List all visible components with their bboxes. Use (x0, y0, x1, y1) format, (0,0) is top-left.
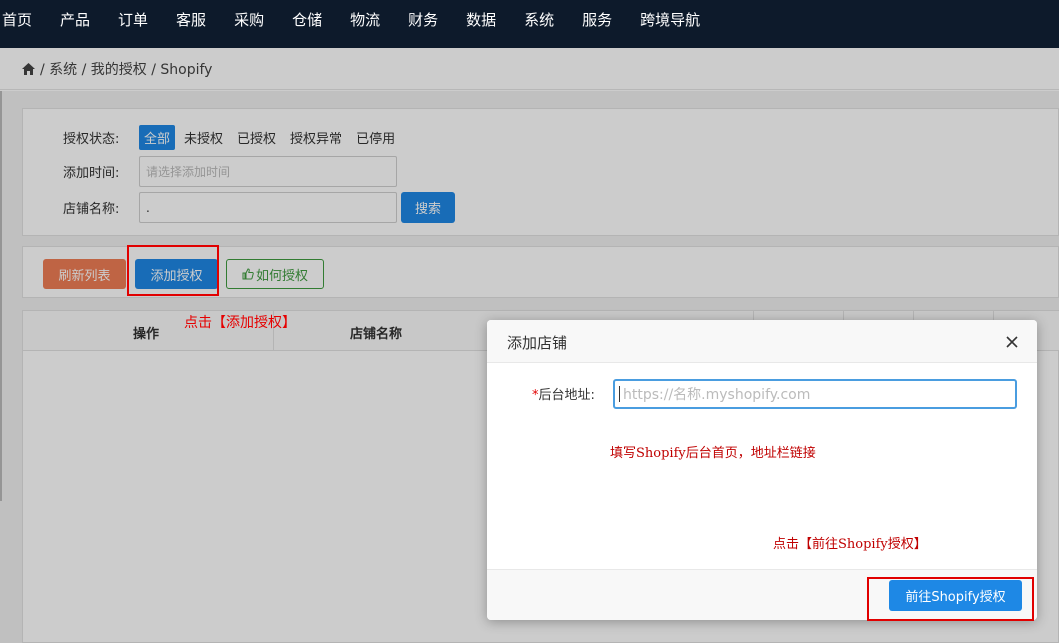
text-caret (619, 386, 620, 402)
nav-item-orders[interactable]: 订单 (104, 0, 162, 48)
backend-url-placeholder: https://名称.myshopify.com (623, 387, 811, 403)
annotation-click-add: 点击【添加授权】 (184, 315, 296, 331)
backend-address-label-text: 后台地址: (538, 388, 595, 403)
add-shop-dialog: 添加店铺 *后台地址: https://名称.myshopify.com 填写S… (487, 320, 1037, 620)
annotation-click-goto: 点击【前往Shopify授权】 (773, 537, 927, 552)
nav-item-cross-border[interactable]: 跨境导航 (626, 0, 714, 48)
nav-item-logistics[interactable]: 物流 (336, 0, 394, 48)
highlight-box-add-authorization (127, 245, 219, 296)
highlight-box-goto-shopify (867, 577, 1034, 621)
nav-item-system[interactable]: 系统 (510, 0, 568, 48)
nav-item-services[interactable]: 服务 (568, 0, 626, 48)
annotation-fill-url: 填写Shopify后台首页，地址栏链接 (610, 446, 816, 461)
dialog-header: 添加店铺 (487, 320, 1037, 363)
nav-item-purchasing[interactable]: 采购 (220, 0, 278, 48)
nav-item-products[interactable]: 产品 (46, 0, 104, 48)
nav-item-data[interactable]: 数据 (452, 0, 510, 48)
nav-item-warehouse[interactable]: 仓储 (278, 0, 336, 48)
nav-item-finance[interactable]: 财务 (394, 0, 452, 48)
top-nav: 首页 产品 订单 客服 采购 仓储 物流 财务 数据 系统 服务 跨境导航 (0, 0, 1059, 48)
close-icon[interactable] (1003, 333, 1021, 351)
backend-address-label: *后台地址: (532, 384, 595, 403)
backend-url-input[interactable]: https://名称.myshopify.com (613, 379, 1017, 409)
dialog-title: 添加店铺 (507, 334, 568, 352)
nav-item-home[interactable]: 首页 (0, 0, 46, 48)
nav-item-customer-service[interactable]: 客服 (162, 0, 220, 48)
